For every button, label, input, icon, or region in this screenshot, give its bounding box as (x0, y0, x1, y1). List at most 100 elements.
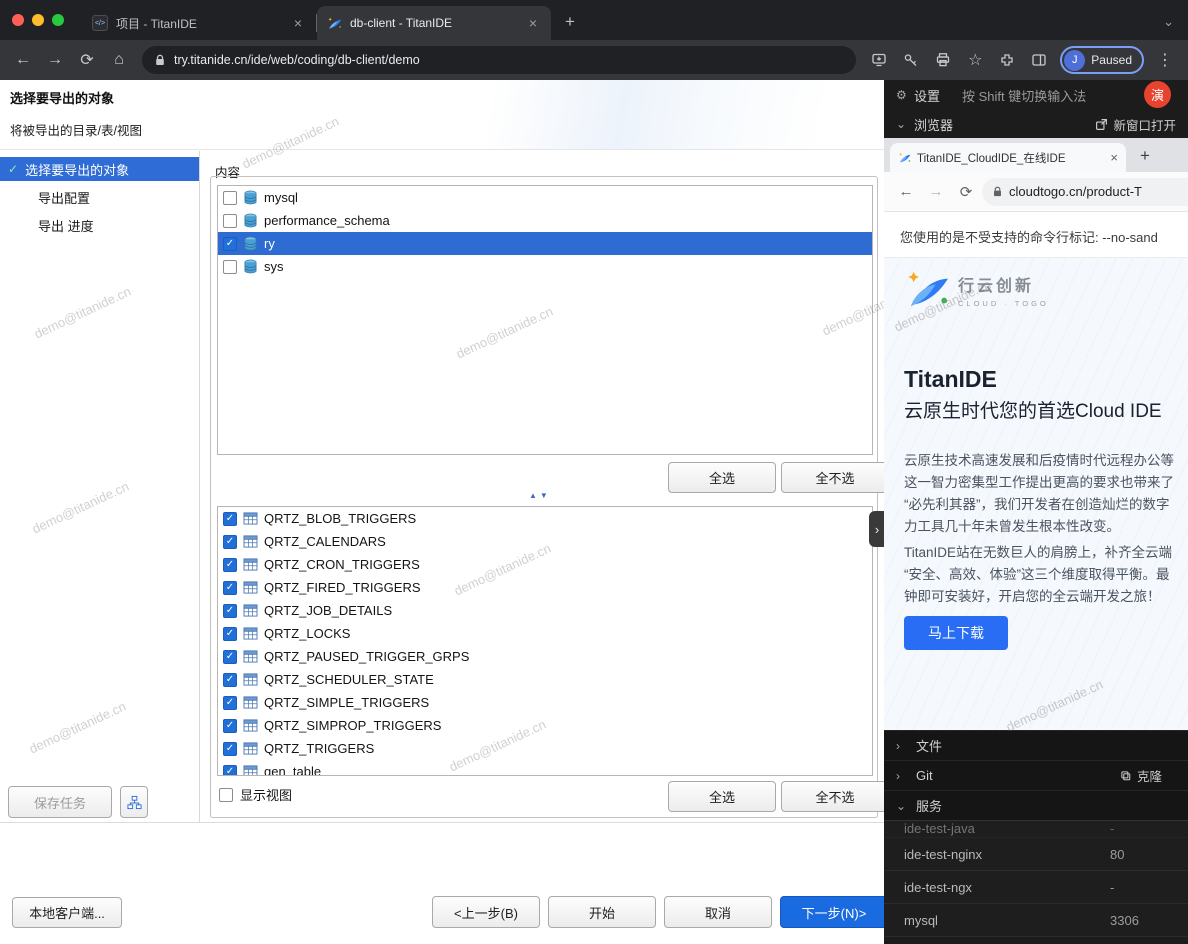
splitter-handle[interactable]: ▲ ▼ (529, 491, 548, 500)
section-files[interactable]: › 文件 (884, 730, 1188, 760)
checkbox[interactable] (223, 191, 237, 205)
table-row[interactable]: QRTZ_CALENDARS (218, 530, 872, 553)
splitter-down-icon[interactable]: ▼ (540, 491, 548, 500)
checkbox[interactable] (223, 237, 237, 251)
close-icon[interactable]: × (290, 15, 306, 31)
database-row[interactable]: sys (218, 255, 872, 278)
table-row[interactable]: QRTZ_JOB_DETAILS (218, 599, 872, 622)
back-icon[interactable]: ← (8, 45, 38, 75)
key-icon[interactable] (896, 45, 926, 75)
checkbox[interactable] (223, 260, 237, 274)
section-services[interactable]: ⌄ 服务 (884, 790, 1188, 820)
new-tab-button[interactable]: + (557, 9, 583, 35)
checkbox[interactable] (223, 742, 237, 756)
show-views-option[interactable]: 显示视图 (219, 785, 292, 804)
tab-project[interactable]: </> 项目 - TitanIDE × (82, 6, 316, 40)
chevron-down-icon: ⌄ (896, 117, 906, 131)
table-row[interactable]: QRTZ_CRON_TRIGGERS (218, 553, 872, 576)
table-row[interactable]: QRTZ_SIMPROP_TRIGGERS (218, 714, 872, 737)
address-bar[interactable]: try.titanide.cn/ide/web/coding/db-client… (142, 46, 856, 74)
checkbox[interactable] (223, 604, 237, 618)
clone-button[interactable]: 克隆 (1120, 766, 1176, 785)
checkbox[interactable] (223, 719, 237, 733)
preview-new-tab-button[interactable]: + (1132, 143, 1158, 169)
checkbox[interactable] (223, 650, 237, 664)
tab-db-client[interactable]: db-client - TitanIDE × (317, 6, 551, 40)
select-none-tables-button[interactable]: 全不选 (781, 781, 884, 812)
wizard-header: 选择要导出的对象 将被导出的目录/表/视图 (0, 80, 884, 150)
checkbox[interactable] (223, 765, 237, 777)
table-row[interactable]: gen_table (218, 760, 872, 776)
maximize-window-button[interactable] (52, 14, 64, 26)
step-export-progress[interactable]: 导出 进度 (0, 213, 199, 237)
preview-tab[interactable]: TitanIDE_CloudIDE_在线IDE × (890, 143, 1126, 172)
reload-icon[interactable]: ⟳ (72, 45, 102, 75)
start-button[interactable]: 开始 (548, 896, 656, 928)
service-row[interactable]: ide-test-ngx - (884, 871, 1188, 904)
settings-row[interactable]: ⚙ 设置 按 Shift 键切换输入法 (884, 80, 1188, 110)
print-icon[interactable] (928, 45, 958, 75)
forward-icon[interactable]: → (40, 45, 70, 75)
tab-search-chevron-icon[interactable]: ⌄ (1163, 14, 1174, 30)
checkbox[interactable] (223, 535, 237, 549)
open-new-window-button[interactable]: 新窗口打开 (1095, 115, 1176, 134)
forward-icon[interactable]: → (922, 178, 950, 206)
checkbox[interactable] (223, 581, 237, 595)
back-icon[interactable]: ← (892, 178, 920, 206)
side-panel-icon[interactable] (1024, 45, 1054, 75)
install-app-icon[interactable] (864, 45, 894, 75)
download-button[interactable]: 马上下载 (904, 616, 1008, 650)
previous-step-button[interactable]: <上一步(B) (432, 896, 540, 928)
service-row[interactable]: mysql 3306 (884, 904, 1188, 937)
show-views-checkbox[interactable] (219, 788, 233, 802)
reload-icon[interactable]: ⟳ (952, 178, 980, 206)
section-git[interactable]: › Git 克隆 (884, 760, 1188, 790)
database-row[interactable]: ry (218, 232, 872, 255)
table-row[interactable]: QRTZ_PAUSED_TRIGGER_GRPS (218, 645, 872, 668)
table-row[interactable]: QRTZ_FIRED_TRIGGERS (218, 576, 872, 599)
step-select-objects[interactable]: ✓ 选择要导出的对象 (0, 157, 199, 181)
task-variables-button[interactable] (120, 786, 148, 818)
save-task-button[interactable]: 保存任务 (8, 786, 112, 818)
table-name: QRTZ_FIRED_TRIGGERS (264, 580, 421, 595)
extensions-icon[interactable] (992, 45, 1022, 75)
ide-side-panel: 演 ⚙ 设置 按 Shift 键切换输入法 ⌄ 浏览器 新窗口打开 TitanI… (884, 80, 1188, 944)
table-row[interactable]: QRTZ_SIMPLE_TRIGGERS (218, 691, 872, 714)
splitter-up-icon[interactable]: ▲ (529, 491, 537, 500)
close-icon[interactable]: × (1110, 150, 1118, 165)
step-export-config[interactable]: 导出配置 (0, 185, 199, 209)
browser-section-row[interactable]: ⌄ 浏览器 新窗口打开 (884, 110, 1188, 138)
checkbox[interactable] (223, 512, 237, 526)
table-row[interactable]: QRTZ_SCHEDULER_STATE (218, 668, 872, 691)
checkbox[interactable] (223, 627, 237, 641)
checkbox[interactable] (223, 558, 237, 572)
panel-expander-handle[interactable]: › (869, 511, 884, 547)
cancel-button[interactable]: 取消 (664, 896, 772, 928)
service-row[interactable]: ide-test-nginx 80 (884, 838, 1188, 871)
preview-tab-title: TitanIDE_CloudIDE_在线IDE (917, 150, 1104, 166)
database-row[interactable]: mysql (218, 186, 872, 209)
service-row[interactable]: ide-test-java - (884, 821, 1188, 838)
close-icon[interactable]: × (525, 15, 541, 31)
checkbox[interactable] (223, 696, 237, 710)
table-row[interactable]: QRTZ_TRIGGERS (218, 737, 872, 760)
menu-icon[interactable]: ⋮ (1150, 45, 1180, 75)
bookmark-star-icon[interactable]: ☆ (960, 45, 990, 75)
database-row[interactable]: performance_schema (218, 209, 872, 232)
select-all-tables-button[interactable]: 全选 (668, 781, 776, 812)
home-icon[interactable]: ⌂ (104, 45, 134, 75)
preview-address-bar[interactable]: cloudtogo.cn/product-T (982, 178, 1188, 206)
profile-button[interactable]: J Paused (1060, 46, 1144, 74)
minimize-window-button[interactable] (32, 14, 44, 26)
table-row[interactable]: QRTZ_LOCKS (218, 622, 872, 645)
checkbox[interactable] (223, 673, 237, 687)
select-all-databases-button[interactable]: 全选 (668, 462, 776, 493)
next-step-button[interactable]: 下一步(N)> (780, 896, 884, 928)
close-window-button[interactable] (12, 14, 24, 26)
checkbox[interactable] (223, 214, 237, 228)
table-row[interactable]: QRTZ_BLOB_TRIGGERS (218, 507, 872, 530)
local-client-button[interactable]: 本地客户端... (12, 897, 122, 928)
database-name: performance_schema (264, 213, 390, 228)
select-none-databases-button[interactable]: 全不选 (781, 462, 884, 493)
table-name: QRTZ_PAUSED_TRIGGER_GRPS (264, 649, 469, 664)
